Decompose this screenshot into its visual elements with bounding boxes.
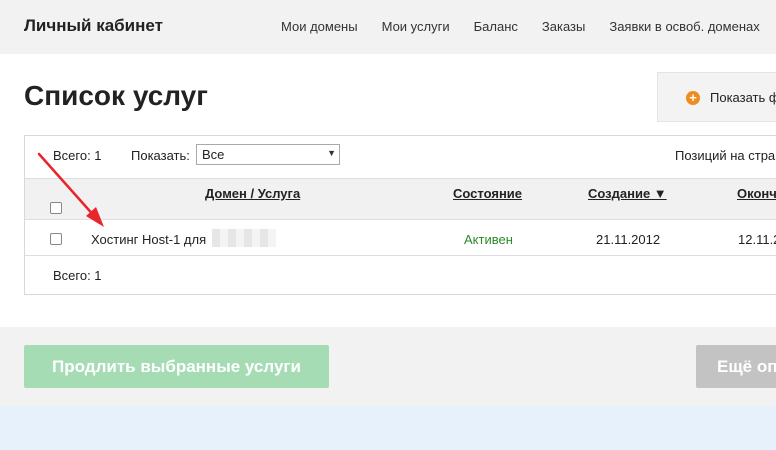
table-row: Хостинг Host-1 для Активен 21.11.2012 12…	[25, 220, 776, 256]
show-select-value: Все	[202, 147, 225, 162]
created-date: 21.11.2012	[596, 232, 661, 247]
total-count-bottom: Всего: 1	[53, 268, 102, 283]
nav-expired-domain-requests[interactable]: Заявки в освоб. доменах	[609, 19, 759, 34]
nav-orders[interactable]: Заказы	[542, 19, 585, 34]
select-all-checkbox[interactable]	[50, 202, 62, 214]
show-label: Показать:	[131, 148, 190, 163]
row-checkbox[interactable]	[50, 233, 62, 245]
redacted-domain	[212, 229, 276, 247]
dropdown-arrow-icon: ▼	[327, 148, 336, 158]
services-panel: Всего: 1 Показать: Все ▼ Позиций на стра…	[24, 135, 776, 295]
service-name[interactable]: Хостинг Host-1 для	[91, 232, 206, 247]
plus-circle-icon: +	[686, 91, 700, 105]
actions-bar: Продлить выбранные услуги Ещё оп	[0, 327, 776, 406]
column-created[interactable]: Создание ▼	[588, 186, 667, 201]
nav-my-domains[interactable]: Мои домены	[281, 19, 358, 34]
total-count-top: Всего: 1	[53, 148, 102, 163]
main-content: Список услуг + Показать ф Всего: 1 Показ…	[0, 54, 776, 327]
renew-selected-button[interactable]: Продлить выбранные услуги	[24, 345, 329, 388]
more-options-button[interactable]: Ещё оп	[696, 345, 776, 388]
per-page-label: Позиций на стра	[675, 148, 776, 163]
show-filter-label: Показать ф	[710, 90, 776, 105]
top-bar: Личный кабинет Мои домены Мои услуги Балан…	[0, 0, 776, 54]
column-status[interactable]: Состояние	[453, 186, 522, 201]
nav-balance[interactable]: Баланс	[474, 19, 518, 34]
service-status: Активен	[464, 232, 513, 247]
page-title: Список услуг	[24, 80, 208, 111]
end-date: 12.11.2	[738, 232, 776, 247]
nav-my-services[interactable]: Мои услуги	[382, 19, 450, 34]
show-select[interactable]: Все ▼	[196, 144, 340, 165]
list-toolbar: Всего: 1 Показать: Все ▼ Позиций на стра	[25, 136, 776, 178]
show-filter-button[interactable]: + Показать ф	[657, 72, 776, 122]
brand-title[interactable]: Личный кабинет	[24, 16, 163, 36]
main-nav: Мои домены Мои услуги Баланс Заказы Заявки в…	[281, 19, 776, 34]
column-ends[interactable]: Оконч	[737, 186, 776, 201]
table-header: Домен / Услуга Состояние Создание ▼ Окон…	[25, 178, 776, 220]
column-domain-service[interactable]: Домен / Услуга	[205, 186, 300, 201]
